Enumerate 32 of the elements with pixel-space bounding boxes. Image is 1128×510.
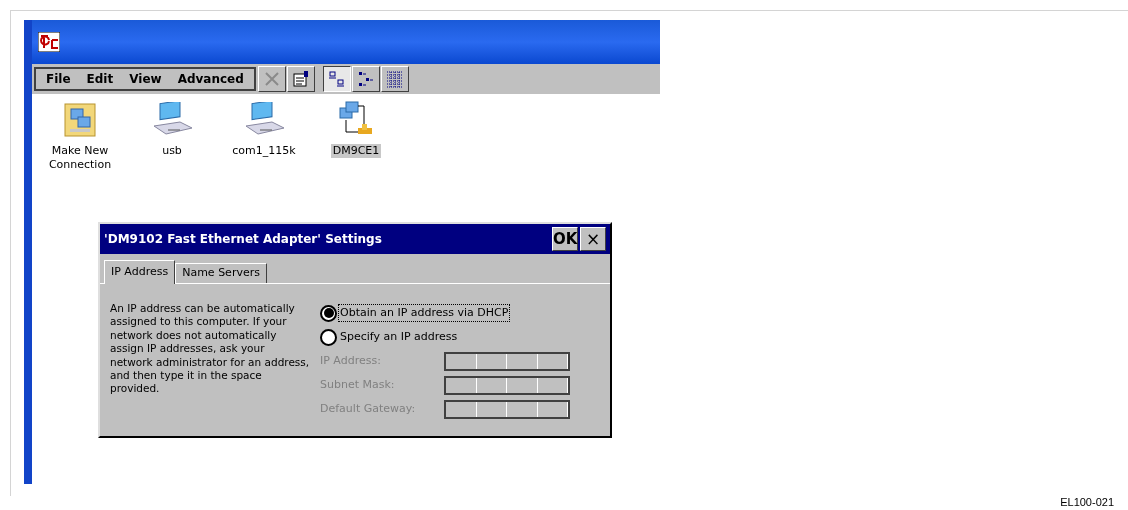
radio-button[interactable] xyxy=(320,328,337,346)
menu-item[interactable]: Edit xyxy=(80,70,120,88)
dialog-title: 'DM9102 Fast Ethernet Adapter' Settings xyxy=(104,231,383,248)
close-button[interactable]: × xyxy=(580,227,606,251)
connection-label[interactable]: com1_115k xyxy=(230,144,298,158)
menu-item[interactable]: File xyxy=(40,70,77,88)
field-label: Subnet Mask: xyxy=(320,376,396,393)
radio-button[interactable] xyxy=(320,304,337,322)
connection-label[interactable]: Make New Connection xyxy=(44,144,116,172)
field-label: IP Address: xyxy=(320,352,382,369)
folder-computers-icon xyxy=(62,102,98,138)
dhcp-description: An IP address can be automatically assigned to this computer. If your network does not automatically assign IP addresses, ask your network administrator for an address, and then type it in the space provided. xyxy=(110,302,310,397)
radio-option[interactable]: Specify an IP address xyxy=(320,326,610,348)
menu-item[interactable]: Advanced xyxy=(171,70,250,88)
connection-label[interactable]: DM9CE1 xyxy=(330,144,382,158)
connection-label[interactable]: usb xyxy=(160,144,184,158)
app-logo-icon xyxy=(38,32,60,52)
ip-address-field[interactable] xyxy=(444,399,570,419)
small-icons-view-icon xyxy=(356,70,375,88)
dialog-tab[interactable]: IP Address xyxy=(104,260,176,284)
ip-address-field[interactable] xyxy=(444,351,570,371)
properties-icon xyxy=(291,70,310,88)
ip-address-field[interactable] xyxy=(444,375,570,395)
field-label: Default Gateway: xyxy=(320,400,417,417)
dialog-tab[interactable]: Name Servers xyxy=(175,263,267,283)
figure-id: EL100-021 xyxy=(1060,496,1114,509)
radio-option[interactable]: Obtain an IP address via DHCP xyxy=(320,302,610,324)
toolbar-button[interactable] xyxy=(322,66,351,92)
large-icons-view-icon xyxy=(327,70,346,88)
details-view-icon xyxy=(385,70,404,88)
delete-icon xyxy=(262,70,281,88)
menu-item[interactable]: View xyxy=(123,70,168,88)
